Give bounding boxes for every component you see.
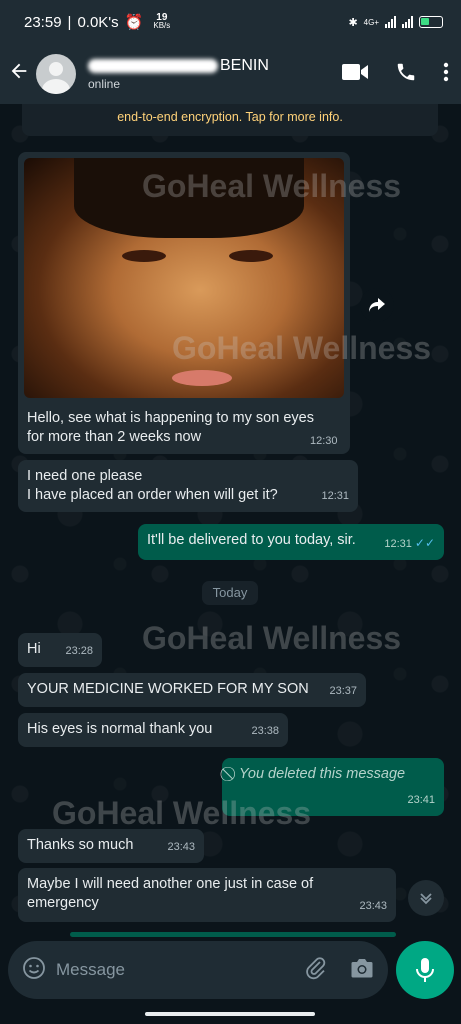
forward-icon[interactable] (360, 288, 394, 322)
system-navigation-bar[interactable] (145, 1012, 315, 1016)
message-text: Maybe I will need another one just in ca… (27, 876, 314, 911)
message-input[interactable]: Message (56, 960, 304, 980)
back-arrow-icon[interactable] (8, 60, 34, 89)
more-options-icon[interactable] (443, 62, 449, 87)
message-time: 23:28 (65, 645, 93, 657)
voice-call-icon[interactable] (395, 61, 417, 88)
message-text: YOUR MEDICINE WORKED FOR MY SON (27, 681, 309, 697)
message-time: 12:31 (384, 538, 412, 550)
contact-info[interactable]: BENIN online (88, 57, 341, 91)
message-text: Thanks so much (27, 837, 134, 853)
message-time: 12:30 (310, 435, 338, 447)
message-incoming[interactable]: His eyes is normal thank you 23:38 (18, 713, 288, 747)
contact-name: BENIN (88, 57, 341, 75)
kbs-indicator: 19 KB/s (153, 12, 171, 30)
message-time: 23:43 (167, 841, 195, 853)
emoji-icon[interactable] (22, 956, 46, 985)
watermark: GoHeal Wellness (52, 795, 312, 831)
contact-avatar[interactable] (36, 54, 76, 94)
watermark: GoHeal Wellness (142, 620, 402, 656)
photo-eye-right (229, 250, 273, 262)
message-composer[interactable]: Message (8, 941, 388, 999)
photo-eye-left (122, 250, 166, 262)
voice-message-button[interactable] (396, 941, 454, 999)
message-time: 23:38 (251, 725, 279, 737)
bluetooth-icon: ✱ (348, 16, 358, 29)
message-incoming[interactable]: I need one please I have placed an order… (18, 460, 358, 512)
video-call-icon[interactable] (341, 62, 369, 87)
message-text-line1: I need one please (27, 468, 143, 484)
alarm-icon: ⏰ (124, 14, 144, 31)
network-speed: 0.0K's (77, 13, 119, 31)
outgoing-message-edge (70, 932, 396, 937)
encryption-notice[interactable]: end-to-end encryption. Tap for more info… (22, 104, 438, 136)
presence-status: online (88, 77, 121, 91)
watermark: GoHeal Wellness (142, 168, 402, 204)
message-time: 12:31 (321, 490, 349, 502)
network-type: 4G+ (363, 17, 379, 27)
message-outgoing[interactable]: It'll be delivered to you today, sir. 12… (138, 524, 444, 560)
date-separator: Today (202, 581, 258, 605)
message-incoming[interactable]: Maybe I will need another one just in ca… (18, 868, 396, 922)
attach-icon[interactable] (304, 956, 328, 985)
message-text: His eyes is normal thank you (27, 721, 213, 737)
message-text: Hello, see what is happening to my son e… (27, 410, 314, 445)
read-ticks-icon: ✓✓ (414, 536, 435, 550)
status-bar: 23:59 | 0.0K's ⏰ 19 KB/s ✱ 4G+ (0, 0, 461, 44)
chat-header: BENIN online (0, 44, 461, 104)
camera-icon[interactable] (350, 957, 374, 984)
watermark: GoHeal Wellness (172, 330, 432, 366)
redacted-name (88, 59, 218, 73)
message-text-line2: I have placed an order when will get it? (27, 487, 278, 503)
message-incoming[interactable]: YOUR MEDICINE WORKED FOR MY SON 23:37 (18, 673, 366, 707)
message-time: 23:37 (329, 685, 357, 697)
message-text: You deleted this message (239, 766, 406, 782)
clock: 23:59 (24, 13, 62, 31)
battery-icon (419, 16, 443, 28)
message-incoming[interactable]: Hi 23:28 (18, 633, 102, 667)
message-incoming[interactable]: Thanks so much 23:43 (18, 829, 204, 863)
message-time: 23:41 (407, 794, 435, 806)
message-text: It'll be delivered to you today, sir. (147, 532, 356, 548)
message-text: Hi (27, 641, 41, 657)
signal-icon (385, 16, 396, 28)
photo-mouth (172, 370, 232, 386)
scroll-down-button[interactable] (408, 880, 444, 916)
message-time: 23:43 (359, 900, 387, 912)
signal-icon-2 (402, 16, 413, 28)
